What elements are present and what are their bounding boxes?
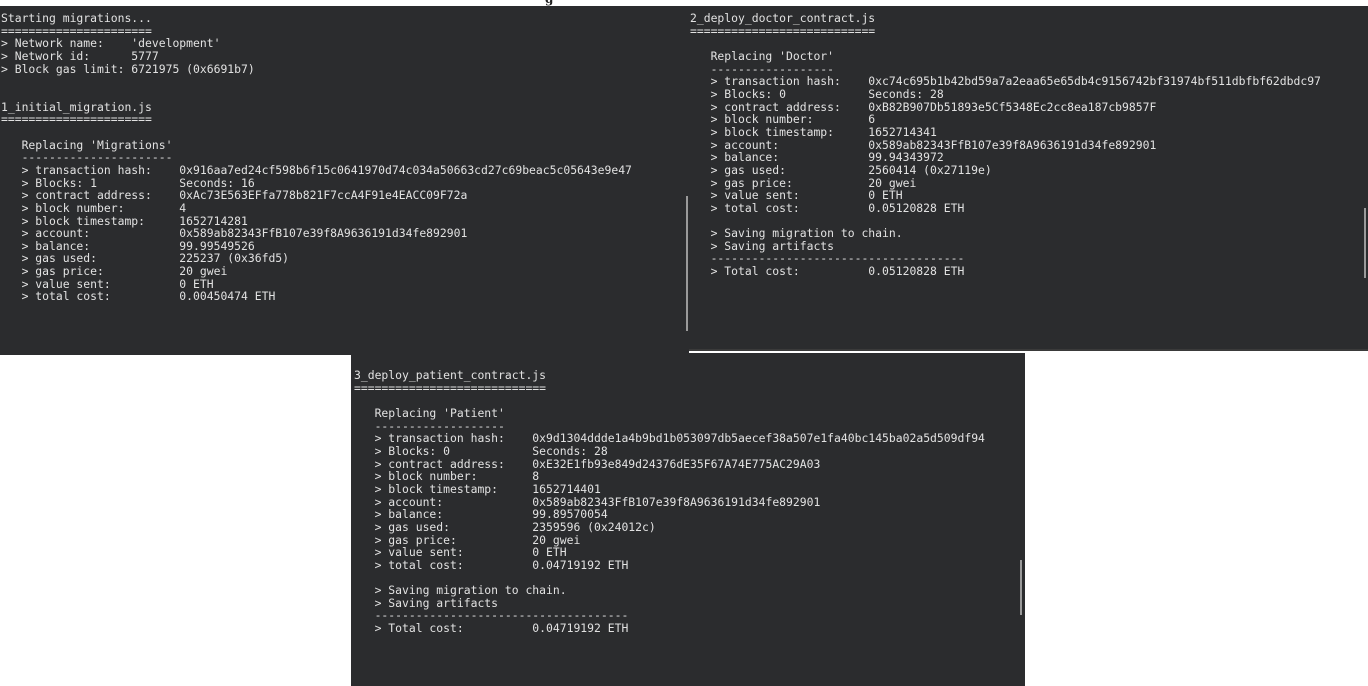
terminal-output: 2_deploy_doctor_contract.js =============… (690, 12, 1368, 278)
terminal-line: > Saving migration to chain. (354, 583, 567, 598)
terminal-line: > total cost: 0.04719192 ETH (354, 557, 629, 572)
terminal-line: > block number: 6 (690, 112, 876, 127)
terminal-line: > value sent: 0 ETH (690, 188, 903, 203)
terminal-line: > value sent: 0 ETH (354, 545, 567, 560)
terminal-line: Replacing 'Doctor' (690, 48, 835, 63)
terminal-line: > block timestamp: 1652714401 (354, 481, 601, 496)
terminal-line: > Total cost: 0.04719192 ETH (354, 621, 629, 636)
terminal-line: > block timestamp: 1652714341 (690, 124, 937, 139)
scrollbar-thumb[interactable] (686, 196, 688, 331)
terminal-line: > total cost: 0.05120828 ETH (690, 200, 965, 215)
terminal-line: ---------------------- (1, 150, 173, 165)
terminal-line: > Network id: 5777 (1, 48, 159, 63)
scrollbar-thumb[interactable] (1364, 208, 1366, 278)
terminal-line: 3_deploy_patient_contract.js (354, 368, 547, 382)
terminal-line: > total cost: 0.00450474 ETH (1, 289, 276, 304)
terminal-line: > Saving migration to chain. (690, 226, 903, 241)
scrollbar-thumb[interactable] (1020, 560, 1022, 615)
terminal-line: ====================== (1, 112, 152, 127)
terminal-line: > contract address: 0xAc73E563EFfa778b82… (1, 188, 468, 203)
terminal-line: > Total cost: 0.05120828 ETH (690, 264, 965, 279)
terminal-line: > Blocks: 0 Seconds: 28 (354, 443, 608, 458)
terminal-line: > gas used: 2560414 (0x27119e) (690, 162, 992, 177)
terminal-line: > Blocks: 0 Seconds: 28 (690, 86, 944, 101)
terminal-line: 2_deploy_doctor_contract.js (690, 11, 876, 25)
terminal-deploy-doctor: 2_deploy_doctor_contract.js =============… (689, 6, 1368, 351)
terminal-line: > transaction hash: 0x916aa7ed24cf598b6f… (1, 162, 632, 177)
terminal-line: > Block gas limit: 6721975 (0x6691b7) (1, 61, 255, 76)
terminal-line: > gas used: 2359596 (0x24012c) (354, 519, 656, 534)
terminal-line: > block number: 4 (1, 200, 187, 215)
terminal-output: Starting migrations... ==================… (1, 12, 689, 303)
terminal-line: Starting migrations... (1, 11, 152, 25)
terminal-initial-migration: Starting migrations... ==================… (0, 6, 689, 355)
terminal-output: 3_deploy_patient_contract.js ============… (354, 369, 1025, 635)
terminal-line: > account: 0x589ab82343FfB107e39f8A96361… (1, 226, 468, 241)
terminal-line: > balance: 99.89570054 (354, 507, 608, 522)
terminal-line: Replacing 'Patient' (354, 405, 505, 420)
terminal-line: > balance: 99.94343972 (690, 150, 944, 165)
terminal-line: > gas price: 20 gwei (1, 264, 228, 279)
terminal-line: > block number: 8 (354, 469, 540, 484)
terminal-line: =========================== (690, 23, 876, 38)
terminal-deploy-patient: 3_deploy_patient_contract.js ============… (351, 353, 1025, 686)
terminal-line: ============================ (354, 380, 547, 395)
